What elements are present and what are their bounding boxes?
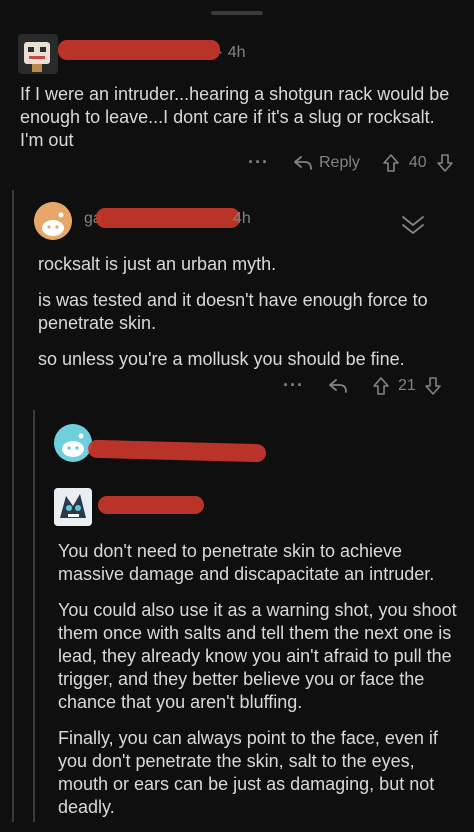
upvote-icon[interactable] bbox=[372, 376, 390, 396]
comment-body: If I were an intruder...hearing a shotgu… bbox=[20, 84, 450, 150]
downvote-icon[interactable] bbox=[436, 153, 454, 173]
comment-body: rocksalt is just an urban myth. is was t… bbox=[38, 253, 458, 384]
comment-paragraph: rocksalt is just an urban myth. bbox=[38, 254, 277, 274]
vote-count: 21 bbox=[397, 376, 416, 394]
avatar[interactable] bbox=[54, 424, 92, 462]
collapse-chevron-icon[interactable] bbox=[400, 214, 426, 236]
avatar[interactable] bbox=[54, 488, 92, 526]
redacted-username bbox=[96, 208, 240, 228]
more-dots-icon[interactable]: ··· bbox=[248, 152, 269, 173]
more-dots-icon[interactable]: ··· bbox=[283, 375, 304, 396]
comment-paragraph: is was tested and it doesn't have enough… bbox=[38, 290, 428, 333]
comment-body: You don't need to penetrate skin to achi… bbox=[58, 540, 462, 832]
comment-actions: ··· Reply 40 bbox=[248, 152, 454, 173]
comment-paragraph: You don't need to penetrate skin to achi… bbox=[58, 541, 435, 584]
redacted-username bbox=[58, 40, 220, 60]
reply-label: Reply bbox=[318, 153, 360, 171]
comment-actions: ··· 21 bbox=[283, 375, 442, 396]
vote-count: 40 bbox=[408, 153, 427, 171]
avatar[interactable] bbox=[34, 202, 72, 240]
redacted-username bbox=[98, 496, 204, 514]
comment-paragraph: so unless you're a mollusk you should be… bbox=[38, 349, 405, 369]
reply-arrow-icon bbox=[294, 155, 312, 170]
comment-timestamp: · 4h bbox=[218, 44, 246, 61]
thread-line-level2[interactable] bbox=[33, 410, 35, 822]
comment-paragraph: You could also use it as a warning shot,… bbox=[58, 600, 457, 712]
sheet-drag-handle[interactable] bbox=[211, 11, 263, 15]
redacted-username bbox=[87, 439, 267, 463]
comment-paragraph: Finally, you can always point to the fac… bbox=[58, 728, 438, 817]
reply-button[interactable]: Reply bbox=[293, 154, 360, 172]
reply-arrow-icon[interactable] bbox=[328, 377, 348, 395]
avatar[interactable] bbox=[18, 34, 58, 74]
upvote-icon[interactable] bbox=[382, 153, 400, 173]
thread-line-level1[interactable] bbox=[12, 190, 14, 822]
comment-timestamp: 4h bbox=[233, 210, 251, 227]
downvote-icon[interactable] bbox=[424, 376, 442, 396]
